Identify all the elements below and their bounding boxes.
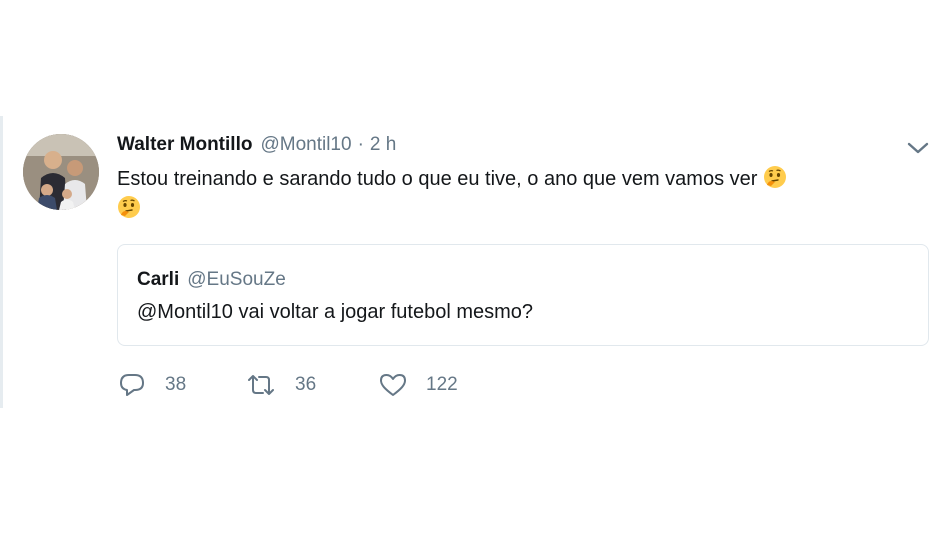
quoted-tweet-text: @Montil10 vai voltar a jogar futebol mes… [137, 301, 534, 323]
thinking-face-icon [117, 195, 141, 219]
thread-accent-bar [0, 116, 3, 408]
retweet-button[interactable]: 36 [246, 372, 379, 398]
heart-icon [379, 372, 407, 398]
tweet-timestamp[interactable]: 2 h [370, 134, 396, 156]
quoted-tweet[interactable]: Carli @EuSouZe @Montil10 vai voltar a jo… [117, 244, 929, 346]
chevron-down-icon[interactable] [905, 138, 931, 158]
quoted-tweet-header: Carli @EuSouZe [137, 269, 286, 291]
retweet-icon [246, 372, 276, 398]
like-count: 122 [426, 374, 458, 395]
like-button[interactable]: 122 [379, 372, 499, 398]
retweet-count: 36 [295, 374, 317, 395]
tweet-card[interactable]: Walter Montillo @Montil10 · 2 h Estou tr… [0, 116, 950, 408]
tweet-text: Estou treinando e sarando tudo o que eu … [117, 164, 887, 224]
tweet-actions: 38 36 122 [118, 370, 499, 400]
avatar[interactable] [23, 134, 99, 210]
quoted-author-name: Carli [137, 269, 180, 290]
reply-count: 38 [165, 374, 187, 395]
thinking-face-icon [763, 165, 787, 189]
author-name[interactable]: Walter Montillo [117, 134, 252, 156]
tweet-text-content: Estou treinando e sarando tudo o que eu … [117, 168, 758, 190]
header-separator: · [357, 134, 364, 155]
reply-icon [118, 372, 146, 398]
reply-button[interactable]: 38 [118, 372, 246, 398]
quoted-author-handle: @EuSouZe [187, 269, 286, 290]
tweet-header: Walter Montillo @Montil10 · 2 h [117, 134, 396, 160]
author-handle[interactable]: @Montil10 [260, 134, 351, 156]
